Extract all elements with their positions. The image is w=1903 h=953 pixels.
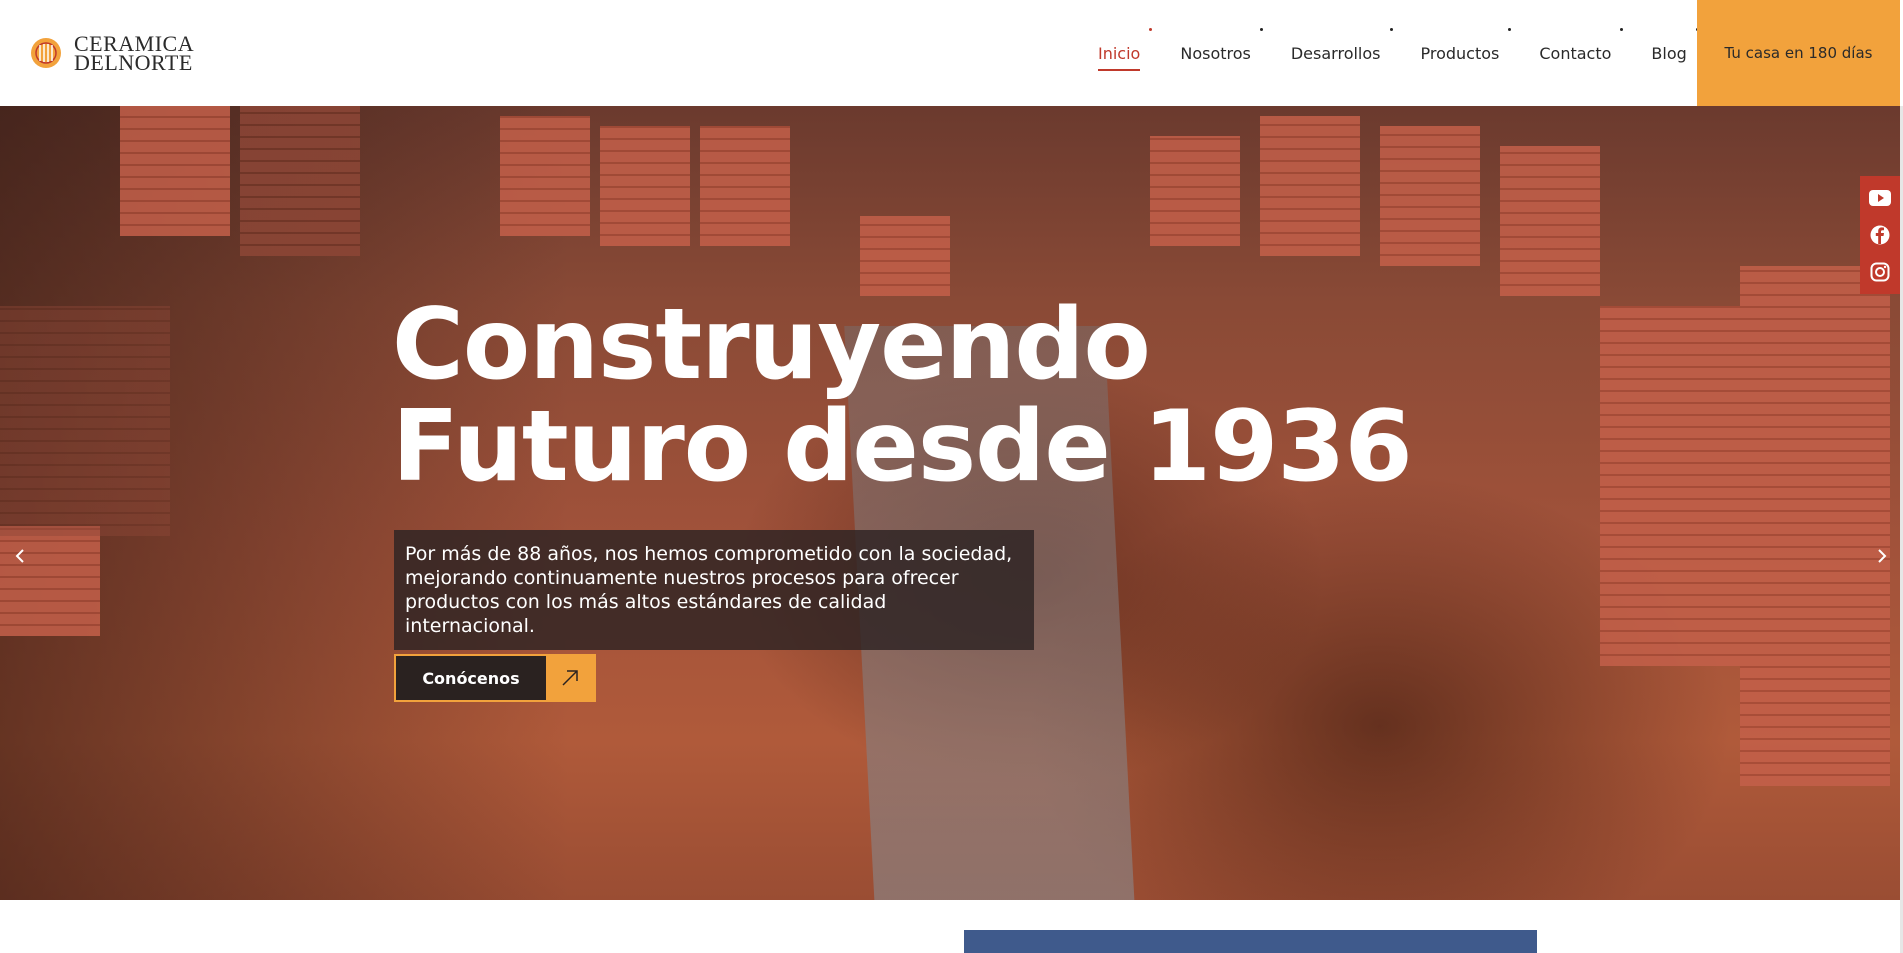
site-header: CERAMICA DELNORTE Inicio Nosotros Desarr… (0, 0, 1903, 106)
hero-title-line-2: Futuro desde 1936 (392, 390, 1413, 504)
instagram-icon[interactable] (1868, 260, 1892, 284)
hero-title-line-1: Construyendo (392, 288, 1151, 402)
nav-item-label: Desarrollos (1290, 43, 1381, 63)
logo-mark-icon (26, 33, 66, 73)
conocenos-label: Conócenos (396, 656, 546, 700)
nav-dot (1620, 27, 1624, 31)
brand-logo[interactable]: CERAMICA DELNORTE (26, 32, 194, 74)
cta-label: Tu casa en 180 días (1724, 44, 1873, 62)
nav-item-desarrollos[interactable]: Desarrollos (1290, 27, 1393, 63)
youtube-icon[interactable] (1868, 186, 1892, 210)
nav-item-nosotros[interactable]: Nosotros (1180, 27, 1263, 63)
arrow-up-right-icon (546, 656, 594, 700)
chevron-left-icon (15, 549, 24, 563)
hero-bg-pallet (1260, 116, 1360, 256)
nav-item-label: Blog (1651, 43, 1687, 63)
slider-prev-arrow[interactable] (8, 544, 32, 568)
hero-bg-pallet (500, 116, 590, 236)
slider-next-arrow[interactable] (1870, 544, 1894, 568)
nav-item-label: Productos (1420, 43, 1500, 63)
hero-bg-pallet (1150, 136, 1240, 246)
main-nav: Inicio Nosotros Desarrollos Productos Co… (1078, 0, 1707, 106)
nav-item-blog[interactable]: Blog (1651, 27, 1699, 63)
hero-bg-pallet (0, 526, 100, 636)
hero-bg-pallet (0, 306, 170, 536)
next-section-image (964, 930, 1537, 953)
nav-item-label: Nosotros (1180, 43, 1251, 63)
hero-title: Construyendo Futuro desde 1936 (392, 288, 1413, 504)
hero-bg-pallet (1500, 146, 1600, 296)
cta-button[interactable]: Tu casa en 180 días (1697, 0, 1900, 106)
nav-dot (1389, 27, 1393, 31)
nav-dot (1508, 27, 1512, 31)
nav-item-contacto[interactable]: Contacto (1539, 27, 1624, 63)
brand-line-2: DELNORTE (74, 50, 193, 75)
nav-dot (1149, 27, 1153, 31)
hero-slider: Construyendo Futuro desde 1936 Por más d… (0, 106, 1900, 900)
nav-item-inicio[interactable]: Inicio (1098, 27, 1153, 71)
hero-bg-pallet (600, 126, 690, 246)
conocenos-button[interactable]: Conócenos (394, 654, 596, 702)
hero-bg-pallet (860, 216, 950, 296)
nav-dot (1259, 27, 1263, 31)
nav-item-label: Contacto (1539, 43, 1612, 63)
brand-wordmark: CERAMICA DELNORTE (74, 33, 194, 75)
nav-item-productos[interactable]: Productos (1420, 27, 1512, 63)
hero-bg-pallet (1380, 126, 1480, 266)
hero-bg-pallet (1740, 266, 1890, 786)
nav-item-label: Inicio (1098, 43, 1141, 63)
facebook-icon[interactable] (1868, 223, 1892, 247)
hero-bg-pallet (120, 106, 230, 236)
hero-bg-pallet (700, 126, 790, 246)
hero-description: Por más de 88 años, nos hemos comprometi… (394, 530, 1034, 650)
social-sidebar (1860, 176, 1900, 294)
hero-bg-pallet (240, 106, 360, 256)
hero-bg-pallet (1600, 306, 1740, 666)
chevron-right-icon (1878, 549, 1887, 563)
